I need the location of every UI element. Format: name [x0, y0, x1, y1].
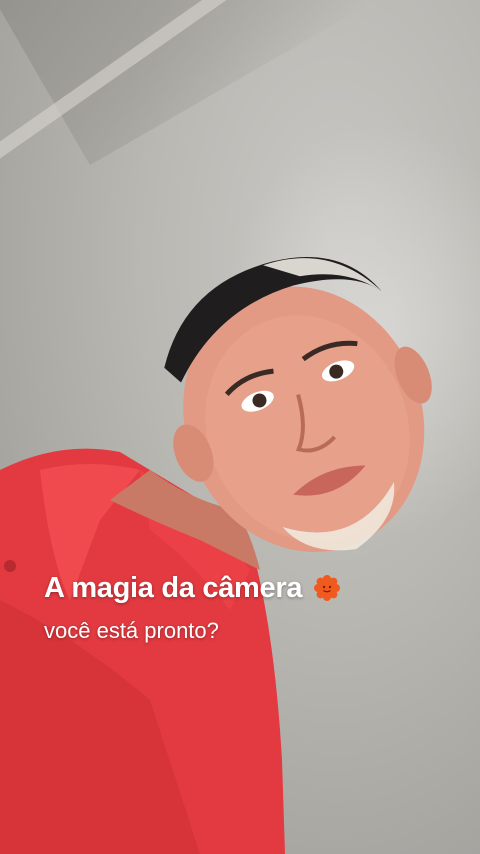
story-viewer[interactable]: A magia da câmera você está pronto?	[0, 0, 480, 854]
caption-title-row: A magia da câmera	[44, 568, 464, 608]
selfie-photo	[0, 257, 432, 854]
sun-flower-icon	[314, 575, 341, 601]
story-caption: A magia da câmera você está pronto?	[44, 568, 464, 646]
caption-subtitle: você está pronto?	[44, 618, 219, 643]
caption-title: A magia da câmera	[44, 572, 303, 604]
shirt-button	[4, 560, 16, 572]
